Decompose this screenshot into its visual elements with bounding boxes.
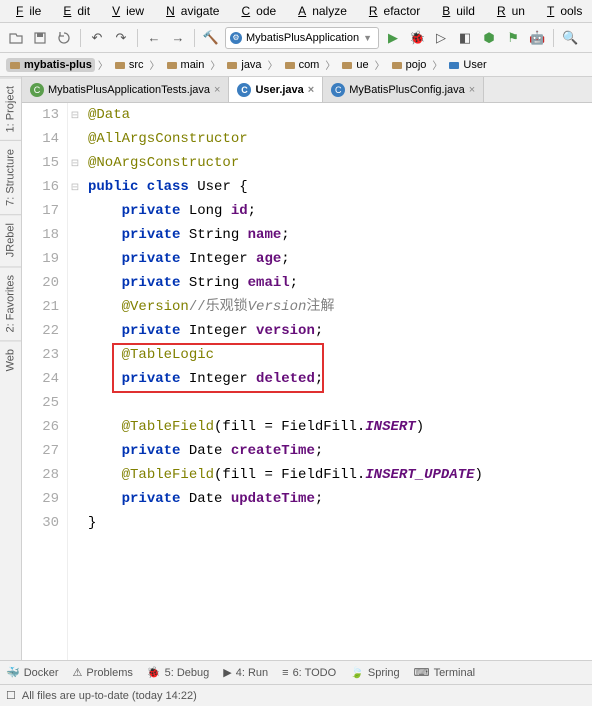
redo-icon[interactable]: ↷ [111, 28, 131, 48]
editor-area: C MybatisPlusApplicationTests.java × C User.… [22, 77, 592, 660]
search-icon[interactable]: 🔍 [560, 28, 580, 48]
code-content[interactable]: @Data@AllArgsConstructor@NoArgsConstruct… [82, 103, 592, 660]
breadcrumb-separator: 〉 [325, 57, 335, 72]
menu-run[interactable]: Run [485, 2, 531, 20]
menu-refactor[interactable]: Refactor [357, 2, 426, 20]
panel-icon: ≡ [282, 667, 288, 679]
panel-spring[interactable]: 🍃Spring [350, 666, 400, 679]
attach-icon[interactable]: ⚑ [503, 28, 523, 48]
save-icon[interactable] [30, 28, 50, 48]
panel-icon: 🐞 [147, 666, 161, 679]
panel-structure[interactable]: 7: Structure [0, 140, 21, 214]
gutter: 131415161718192021222324252627282930 [22, 103, 68, 660]
tab-label: MyBatisPlusConfig.java [349, 84, 465, 96]
build-icon[interactable]: 🔨 [201, 28, 221, 48]
run-icon[interactable]: ▶ [383, 28, 403, 48]
tab-userjava[interactable]: C User.java × [229, 77, 323, 102]
breadcrumb-separator: 〉 [98, 57, 108, 72]
code-editor[interactable]: 131415161718192021222324252627282930 ⊟⊟⊟… [22, 103, 592, 660]
panel-problems[interactable]: ⚠Problems [73, 666, 133, 679]
breadcrumb-bar: mybatis-plus〉src〉main〉java〉com〉ue〉pojo〉U… [0, 53, 592, 77]
panel-icon: ⌨ [414, 666, 430, 679]
panel-icon: ⚠ [73, 666, 83, 679]
status-bar: ☐ All files are up-to-date (today 14:22) [0, 684, 592, 706]
undo-icon[interactable]: ↶ [87, 28, 107, 48]
panel-jrebel[interactable]: JRebel [0, 214, 21, 265]
separator [553, 29, 554, 47]
close-icon[interactable]: × [308, 84, 314, 96]
toolbar: ↶ ↷ ← → 🔨 ⚙ MybatisPlusApplication ▼ ▶ 🐞… [0, 23, 592, 53]
menu-navigate[interactable]: Navigate [154, 2, 225, 20]
status-icon: ☐ [6, 689, 16, 702]
close-icon[interactable]: × [469, 84, 475, 96]
separator [137, 29, 138, 47]
menu-file[interactable]: File [4, 2, 47, 20]
separator [80, 29, 81, 47]
menu-tools[interactable]: Tools [535, 2, 588, 20]
breadcrumb-main[interactable]: main [163, 58, 208, 72]
panel-terminal[interactable]: ⌨Terminal [414, 666, 475, 679]
breadcrumb-separator: 〉 [375, 57, 385, 72]
breadcrumb-separator: 〉 [150, 57, 160, 72]
breadcrumb-separator: 〉 [432, 57, 442, 72]
class-icon: C [30, 83, 44, 97]
back-icon[interactable]: ← [144, 28, 164, 48]
breadcrumb-separator: 〉 [210, 57, 220, 72]
refresh-icon[interactable] [54, 28, 74, 48]
forward-icon[interactable]: → [168, 28, 188, 48]
breadcrumb-src[interactable]: src [111, 58, 147, 72]
profile-icon[interactable]: ◧ [455, 28, 475, 48]
breadcrumb-java[interactable]: java [223, 58, 264, 72]
chevron-down-icon: ▼ [363, 33, 372, 43]
fold-column[interactable]: ⊟⊟⊟ [68, 103, 82, 660]
panel-debug[interactable]: 🐞5: Debug [147, 666, 209, 679]
panel-icon: 🍃 [350, 666, 364, 679]
menu-bar: FileEditViewNavigateCodeAnalyzeRefactorB… [0, 0, 592, 23]
breadcrumb-user[interactable]: User [445, 58, 489, 72]
tab-mybatisplusconfigjava[interactable]: C MyBatisPlusConfig.java × [323, 77, 484, 102]
open-icon[interactable] [6, 28, 26, 48]
menu-analyze[interactable]: Analyze [286, 2, 353, 20]
menu-build[interactable]: Build [430, 2, 481, 20]
class-icon: C [237, 83, 251, 97]
stop-icon[interactable]: ⬢ [479, 28, 499, 48]
debug-icon[interactable]: 🐞 [407, 28, 427, 48]
panel-icon: 🐳 [6, 666, 20, 679]
editor-tabs: C MybatisPlusApplicationTests.java × C User.… [22, 77, 592, 103]
breadcrumb-pojo[interactable]: pojo [388, 58, 430, 72]
menu-edit[interactable]: Edit [51, 2, 96, 20]
breadcrumb-separator: 〉 [268, 57, 278, 72]
panel-web[interactable]: Web [0, 340, 21, 379]
status-text: All files are up-to-date (today 14:22) [22, 690, 197, 702]
left-tool-panels: 1: Project7: StructureJRebel2: Favorites… [0, 77, 22, 660]
class-icon: C [331, 83, 345, 97]
menu-view[interactable]: View [100, 2, 150, 20]
close-icon[interactable]: × [214, 84, 220, 96]
tab-label: MybatisPlusApplicationTests.java [48, 84, 210, 96]
panel-project[interactable]: 1: Project [0, 77, 21, 140]
tab-label: User.java [255, 84, 303, 96]
bottom-tool-panels: 🐳Docker ⚠Problems 🐞5: Debug ▶4: Run ≡6: TODO… [0, 660, 592, 684]
run-config-label: MybatisPlusApplication [246, 32, 359, 44]
breadcrumb-mybatis-plus[interactable]: mybatis-plus [6, 58, 95, 72]
breadcrumb-com[interactable]: com [281, 58, 323, 72]
panel-run[interactable]: ▶4: Run [223, 666, 268, 679]
menu-code[interactable]: Code [229, 2, 282, 20]
breadcrumb-ue[interactable]: ue [338, 58, 371, 72]
panel-icon: ▶ [223, 666, 231, 679]
android-icon[interactable]: 🤖 [527, 28, 547, 48]
tab-mybatisplusapplicationtestsjava[interactable]: C MybatisPlusApplicationTests.java × [22, 77, 229, 102]
spring-icon: ⚙ [230, 32, 242, 44]
panel-docker[interactable]: 🐳Docker [6, 666, 59, 679]
panel-favorites[interactable]: 2: Favorites [0, 266, 21, 340]
separator [194, 29, 195, 47]
run-config-selector[interactable]: ⚙ MybatisPlusApplication ▼ [225, 27, 379, 49]
coverage-icon[interactable]: ▷ [431, 28, 451, 48]
panel-todo[interactable]: ≡6: TODO [282, 667, 336, 679]
main-area: 1: Project7: StructureJRebel2: Favorites… [0, 77, 592, 660]
